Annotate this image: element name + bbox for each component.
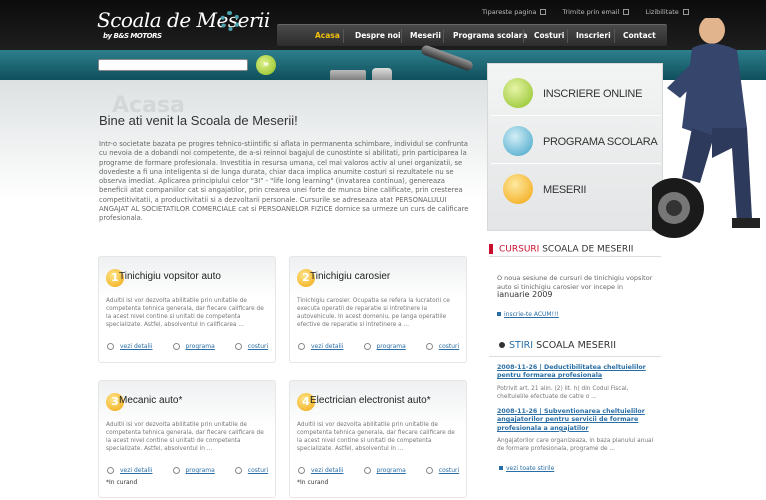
costuri-link[interactable]: costuri: [426, 343, 459, 350]
quick-links-panel: INSCRIERE ONLINE PROGRAMA SCOLARA MESERI…: [487, 63, 663, 231]
course-card: 4 Electrician electronist auto* Adultii …: [289, 380, 467, 498]
cursuri-heading: CURSURI SCOALA DE MESERII: [489, 244, 633, 255]
news-item[interactable]: 2008-11-26 | Subventionarea cheltuielilo…: [497, 408, 657, 453]
email-icon: [623, 9, 630, 15]
news-item[interactable]: 2008-11-26 | Deductibilitatea cheltuieli…: [497, 364, 657, 401]
details-link[interactable]: vezi detalii: [298, 343, 344, 350]
print-link[interactable]: Tipareste pagina: [482, 8, 547, 16]
cursuri-box: CURSURI SCOALA DE MESERII O noua sesiune…: [489, 244, 661, 322]
costuri-link[interactable]: costuri: [235, 467, 268, 474]
course-text: Adultii isi vor dezvolta abilitatile pri…: [106, 298, 264, 328]
email-link[interactable]: Trimite prin email: [562, 8, 630, 16]
quick-meserii-button[interactable]: MESERII: [491, 166, 661, 212]
course-text: Adultii isi vor dezvolta abilitatile pri…: [106, 422, 264, 452]
stiri-box: STIRI SCOALA MESERII 2008-11-26 | Deduct…: [489, 340, 661, 480]
course-title[interactable]: Electrician electronist auto*: [310, 395, 431, 406]
mechanic-image: [652, 18, 760, 238]
course-title[interactable]: Tinichigiu vopsitor auto: [119, 271, 221, 282]
utility-links: Tipareste pagina Trimite prin email Lizi…: [482, 8, 703, 16]
cursuri-date: ianuarie 2009: [497, 290, 553, 299]
page-title: Bine ati venit la Scoala de Meserii!: [99, 113, 298, 128]
nav-costuri[interactable]: Costuri: [534, 31, 564, 40]
quick-programa-button[interactable]: PROGRAMA SCOLARA: [491, 118, 661, 164]
details-link[interactable]: vezi detalii: [107, 343, 153, 350]
gear-icon: [220, 11, 240, 31]
costuri-link[interactable]: costuri: [426, 467, 459, 474]
nav-contact[interactable]: Contact: [623, 31, 656, 40]
tools-icon: [503, 174, 533, 204]
readability-link[interactable]: Lizibilitate: [645, 8, 689, 16]
cursuri-link[interactable]: inscrie-te ACUM!!!: [497, 310, 559, 318]
nav-acasa[interactable]: Acasa: [315, 31, 340, 40]
course-card: 2 Tinichigiu carosier Tinichigiu carosie…: [289, 256, 467, 363]
quick-inscriere-button[interactable]: INSCRIERE ONLINE: [491, 70, 661, 116]
all-news-link[interactable]: vezi toate stirile: [499, 464, 554, 472]
intro-text: Intr-o societate bazata pe progres tehni…: [99, 140, 469, 223]
main-nav: Acasa Despre noi Meserii Programa scolar…: [277, 24, 667, 46]
costuri-link[interactable]: costuri: [235, 343, 268, 350]
course-text: Adultii isi vor dezvolta abilitatile pri…: [297, 422, 455, 452]
course-card: 3 Mecanic auto* Adultii isi vor dezvolta…: [98, 380, 276, 498]
stiri-heading: STIRI SCOALA MESERII: [499, 340, 616, 351]
coming-soon-note: *In curand: [297, 479, 329, 486]
details-link[interactable]: vezi detalii: [298, 467, 344, 474]
programa-link[interactable]: programa: [173, 467, 215, 474]
programa-link[interactable]: programa: [173, 343, 215, 350]
search-button[interactable]: »: [256, 55, 276, 75]
programa-link[interactable]: programa: [364, 343, 406, 350]
print-icon: [540, 9, 547, 15]
nav-inscrieri[interactable]: Inscrieri: [576, 31, 611, 40]
document-icon: [503, 126, 533, 156]
search-input[interactable]: [98, 59, 248, 71]
course-card: 1 Tinichigiu vopsitor auto Adultii isi v…: [98, 256, 276, 363]
programa-link[interactable]: programa: [364, 467, 406, 474]
cursuri-text: O noua sesiune de cursuri de tinichigiu …: [497, 274, 653, 291]
coming-soon-note: *In curand: [106, 479, 138, 486]
pencil-icon: [503, 78, 533, 108]
course-text: Tinichigiu carosier. Ocupatia se refera …: [297, 298, 450, 328]
course-title[interactable]: Tinichigiu carosier: [310, 271, 390, 282]
readability-icon: [682, 9, 689, 15]
nav-despre-noi[interactable]: Despre noi: [355, 31, 401, 40]
nav-programa-scolara[interactable]: Programa scolara: [453, 31, 527, 40]
details-link[interactable]: vezi detalii: [107, 467, 153, 474]
site-logo[interactable]: Scoala de Meserii by B&S MOTORS: [97, 8, 270, 40]
nav-meserii[interactable]: Meserii: [410, 31, 441, 40]
course-title[interactable]: Mecanic auto*: [119, 395, 182, 406]
